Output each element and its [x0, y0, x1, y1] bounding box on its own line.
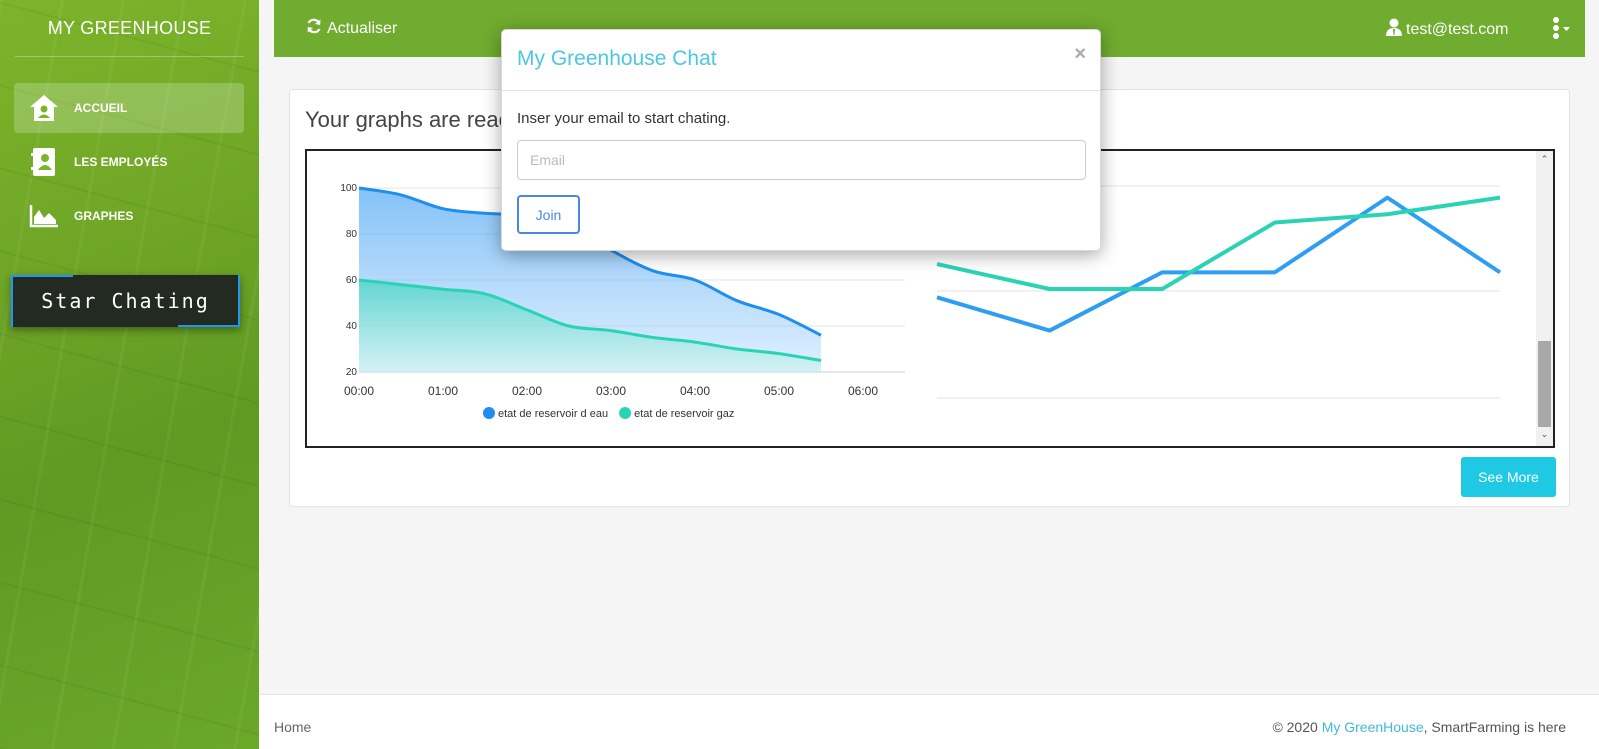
refresh-label: Actualiser: [327, 19, 398, 37]
modal-instruction: Inser your email to start chating.: [517, 110, 731, 127]
employee-card-icon: [28, 146, 60, 178]
user-email: test@test.com: [1406, 20, 1509, 38]
sidebar: MY GREENHOUSE ACCUEIL LES EMPLOYÉS GRAPH…: [0, 0, 259, 749]
footer-copyright: © 2020 My GreenHouse, SmartFarming is he…: [1272, 719, 1566, 735]
start-chat-button[interactable]: Star Chating: [11, 275, 240, 327]
area-chart-icon: [28, 200, 60, 232]
refresh-icon: [306, 18, 322, 39]
y-tick-label: 20: [346, 367, 358, 378]
user-icon: [1386, 18, 1402, 41]
y-tick-label: 80: [346, 229, 358, 240]
y-tick-label: 40: [346, 321, 358, 332]
sidebar-item-label: GRAPHES: [74, 209, 134, 223]
footer-brand-link[interactable]: My GreenHouse: [1322, 719, 1424, 735]
sidebar-item-label: LES EMPLOYÉS: [74, 155, 168, 169]
sidebar-item-employes[interactable]: LES EMPLOYÉS: [14, 137, 244, 187]
modal-body: Inser your email to start chating. Join: [502, 91, 1100, 253]
sidebar-item-label: ACCUEIL: [74, 101, 128, 115]
email-field[interactable]: [517, 140, 1086, 180]
legend-label: etat de reservoir gaz: [634, 408, 734, 420]
scroll-up-icon[interactable]: ⌃: [1539, 154, 1550, 165]
join-button[interactable]: Join: [517, 195, 580, 234]
x-tick-label: 06:00: [848, 384, 878, 398]
x-tick-label: 03:00: [596, 384, 626, 398]
copyright-suffix: , SmartFarming is here: [1423, 719, 1566, 735]
modal-title: My Greenhouse Chat: [517, 47, 717, 70]
y-tick-label: 100: [340, 183, 357, 194]
y-tick-label: 60: [346, 275, 358, 286]
chat-modal: My Greenhouse Chat × Inser your email to…: [501, 29, 1101, 251]
legend-marker: [619, 407, 632, 419]
brand-title[interactable]: MY GREENHOUSE: [0, 0, 259, 57]
more-options-icon[interactable]: [1549, 16, 1571, 40]
close-icon[interactable]: ×: [1074, 43, 1086, 66]
card-title: Your graphs are reac: [305, 107, 510, 132]
chart-scrollbar[interactable]: ⌃ ⌄: [1536, 151, 1553, 446]
x-tick-label: 02:00: [512, 384, 542, 398]
legend-label: etat de reservoir d eau: [498, 408, 608, 420]
copyright-prefix: © 2020: [1272, 719, 1322, 735]
legend-marker: [483, 407, 495, 419]
footer: Home © 2020 My GreenHouse, SmartFarming …: [259, 694, 1599, 749]
sidebar-item-accueil[interactable]: ACCUEIL: [14, 83, 244, 133]
sidebar-item-graphes[interactable]: GRAPHES: [14, 191, 244, 241]
sidebar-nav: ACCUEIL LES EMPLOYÉS GRAPHES: [0, 83, 259, 241]
scrollbar-thumb[interactable]: [1538, 341, 1551, 427]
footer-home-link[interactable]: Home: [274, 719, 311, 735]
modal-header: My Greenhouse Chat ×: [502, 30, 1100, 91]
see-more-button[interactable]: See More: [1461, 457, 1556, 497]
x-tick-label: 01:00: [428, 384, 458, 398]
x-tick-label: 05:00: [764, 384, 794, 398]
user-menu[interactable]: test@test.com: [1386, 18, 1509, 41]
x-tick-label: 04:00: [680, 384, 710, 398]
refresh-button[interactable]: Actualiser: [306, 18, 397, 39]
home-icon: [28, 92, 60, 124]
scroll-down-icon[interactable]: ⌄: [1539, 429, 1550, 440]
x-tick-label: 00:00: [344, 384, 374, 398]
